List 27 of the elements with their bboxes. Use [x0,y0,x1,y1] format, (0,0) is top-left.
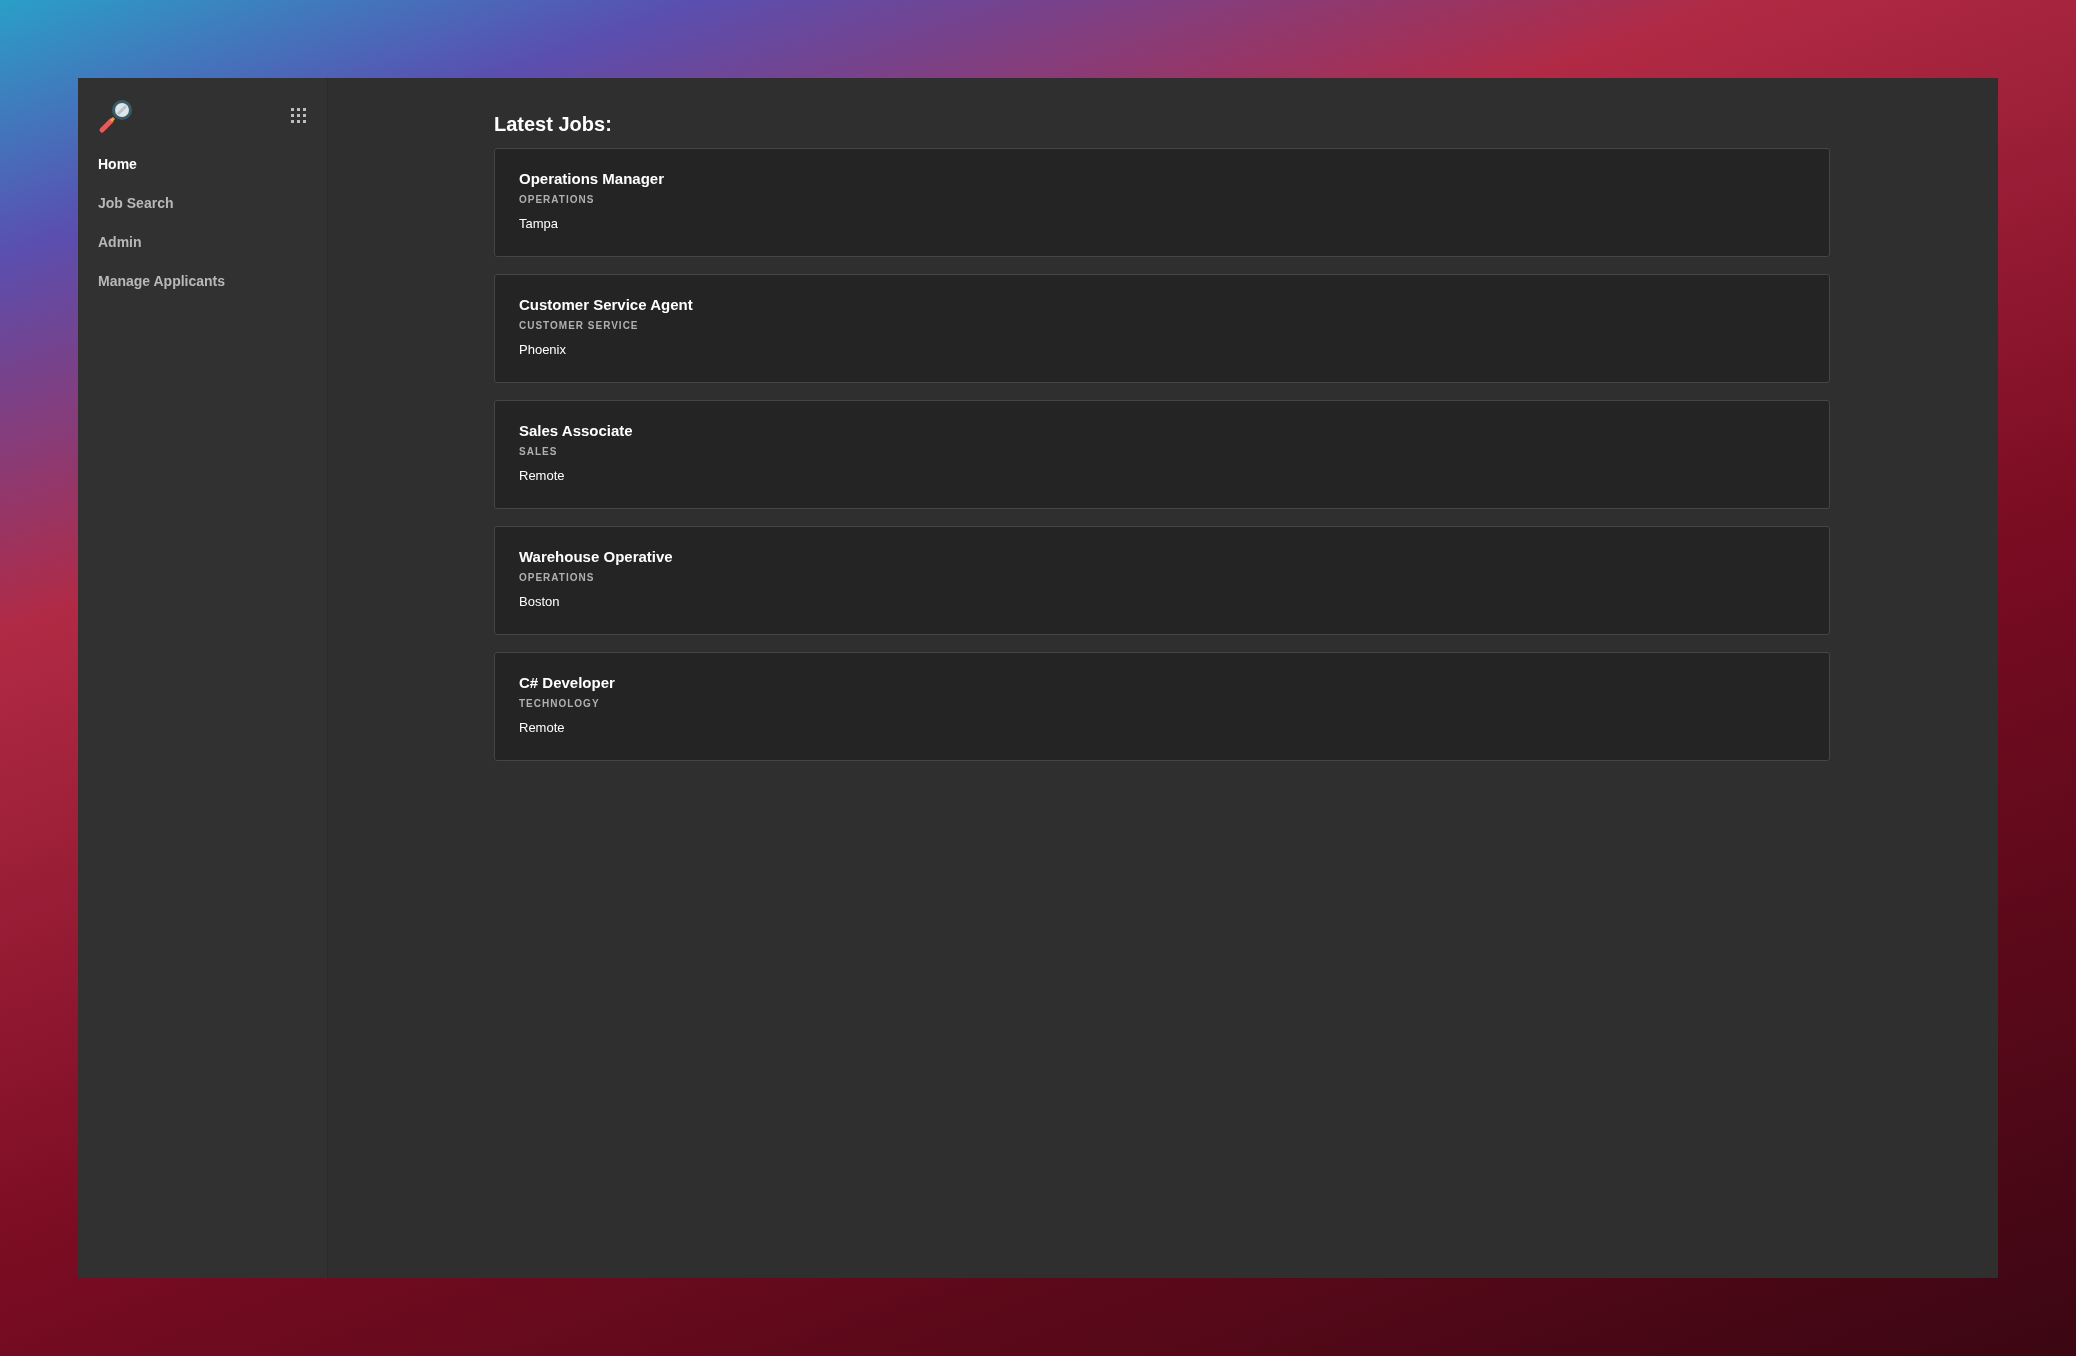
job-card[interactable]: Sales Associate SALES Remote [494,400,1830,509]
job-location: Remote [519,467,565,485]
job-location: Tampa [519,215,559,233]
job-location: Boston [519,593,560,611]
job-title: C# Developer [519,673,615,693]
job-category: SALES [519,445,558,458]
nav-link[interactable]: Job Search [98,194,174,213]
grid-menu-icon[interactable] [291,107,307,124]
job-card[interactable]: Warehouse Operative OPERATIONS Boston [494,526,1830,635]
job-title: Warehouse Operative [519,547,673,567]
job-title: Sales Associate [519,421,633,441]
job-location: Remote [519,719,565,737]
job-card[interactable]: Operations Manager OPERATIONS Tampa [494,148,1830,257]
job-title: Operations Manager [519,169,665,189]
nav-link[interactable]: Home [98,155,137,174]
magnifier-logo-icon[interactable] [98,97,134,134]
job-category: OPERATIONS [519,193,595,206]
section-heading: Latest Jobs: [494,112,613,136]
job-category: TECHNOLOGY [519,697,600,710]
job-title: Customer Service Agent [519,295,693,315]
nav-link[interactable]: Manage Applicants [98,272,226,291]
job-category: CUSTOMER SERVICE [519,319,639,332]
job-category: OPERATIONS [519,571,595,584]
job-card[interactable]: C# Developer TECHNOLOGY Remote [494,652,1830,761]
nav-link[interactable]: Admin [98,233,142,252]
job-card[interactable]: Customer Service Agent CUSTOMER SERVICE Phoenix [494,274,1830,383]
job-location: Phoenix [519,341,566,359]
